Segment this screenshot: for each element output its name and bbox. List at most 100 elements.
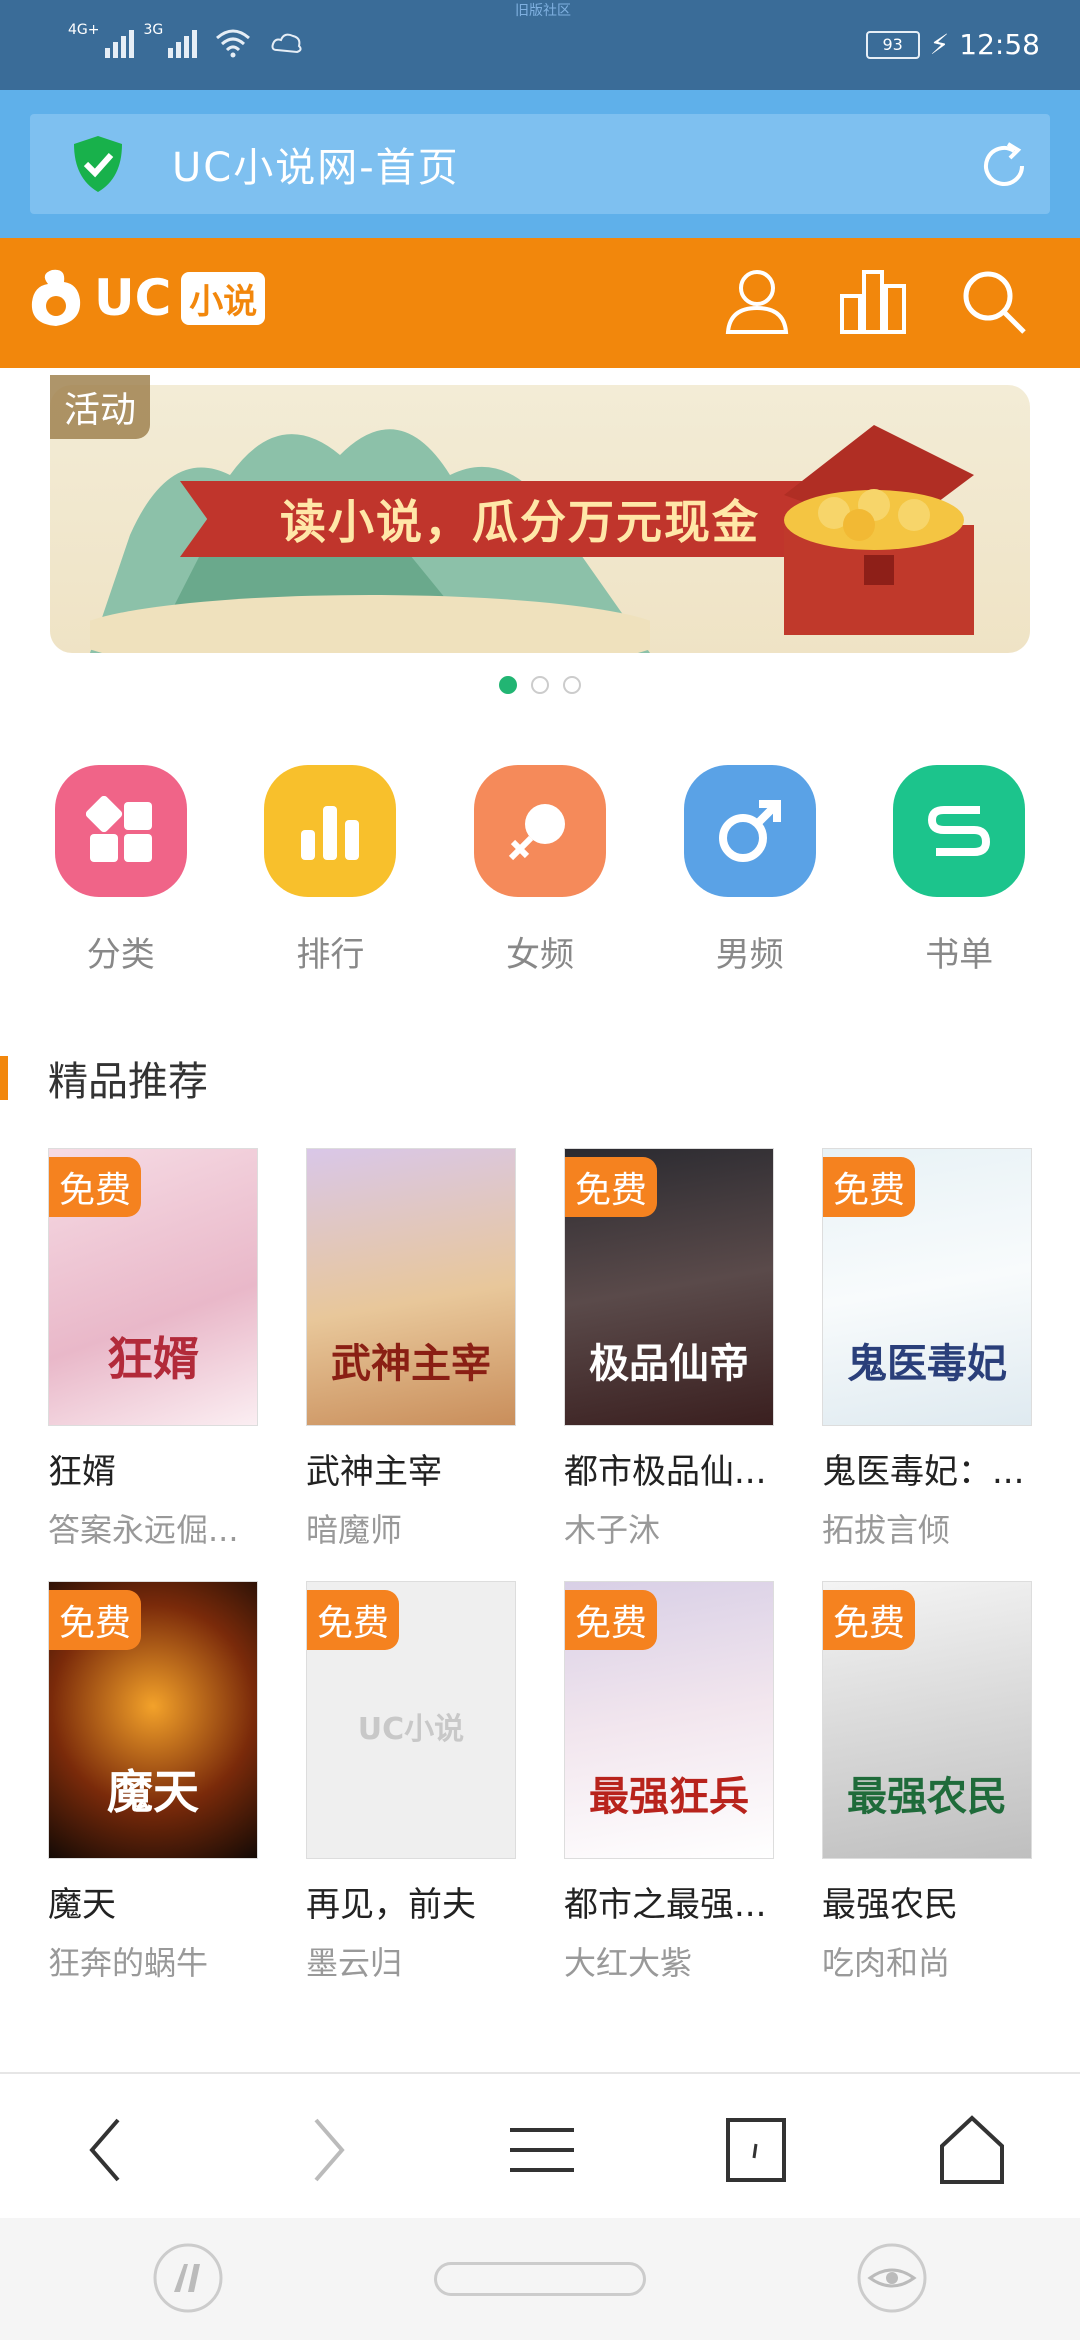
book-title: 魔天 <box>48 1885 116 1925</box>
uc-novel-logo[interactable]: UC 小说 <box>26 266 266 330</box>
signal-indicators: 4G+ 3G <box>68 22 305 58</box>
status-right: 93 ⚡ 12:58 <box>865 28 1040 61</box>
grid-icon <box>54 765 187 897</box>
promo-banner[interactable]: 读小说，瓜分万元现金 <box>50 385 1030 653</box>
section-accent-bar <box>0 1056 8 1100</box>
free-badge: 免费 <box>823 1590 916 1650</box>
pagination-dot[interactable] <box>563 676 581 694</box>
cover-title: 鬼医毒妃 <box>847 1341 1007 1387</box>
section-title: 精品推荐 <box>48 1059 208 1105</box>
book-author: 墨云归 <box>306 1944 403 1982</box>
book-author: 大红大紫 <box>564 1944 693 1982</box>
cover-title: 魔天 <box>107 1765 199 1819</box>
book-cover: 免费 狂婿 <box>48 1148 258 1426</box>
page-title: UC小说网-首页 <box>172 145 460 191</box>
cover-title: 武神主宰 <box>331 1341 491 1387</box>
category-label: 书单 <box>925 935 994 975</box>
logo-tag: 小说 <box>181 271 266 325</box>
menu-icon[interactable] <box>502 2110 582 2190</box>
book-card[interactable]: 免费 鬼医毒妃 鬼医毒妃：... 拓拔言倾 <box>822 1148 1032 1551</box>
book-card[interactable]: 免费 UC小说 再见，前夫 墨云归 <box>306 1581 516 1984</box>
book-card[interactable]: 免费 最强农民 最强农民 吃肉和尚 <box>822 1581 1032 1984</box>
status-bar: 旧版社区 4G+ 3G 93 ⚡ 12:58 <box>0 0 1080 90</box>
pagination-dot[interactable] <box>531 676 549 694</box>
tabs-icon[interactable] <box>716 2110 796 2190</box>
free-badge: 免费 <box>49 1590 142 1650</box>
free-badge: 免费 <box>565 1157 658 1217</box>
home-icon[interactable] <box>932 2110 1012 2190</box>
category-booklist[interactable]: 书单 <box>879 765 1039 976</box>
signal-strength-icon: 4G+ <box>68 22 134 58</box>
book-cover: 免费 极品仙帝 <box>564 1148 774 1426</box>
book-title: 武神主宰 <box>306 1452 442 1492</box>
forward-icon[interactable] <box>286 2110 366 2190</box>
charging-icon: ⚡ <box>929 28 950 61</box>
book-cover: 免费 鬼医毒妃 <box>822 1148 1032 1426</box>
signal-strength-icon: 3G <box>144 22 198 58</box>
address-bar[interactable]: UC小说网-首页 <box>30 114 1050 214</box>
app-header: UC 小说 <box>0 238 1080 368</box>
security-shield-icon <box>74 136 122 192</box>
book-card[interactable]: 免费 最强狂兵 都市之最强... 大红大紫 <box>564 1581 774 1984</box>
category-male[interactable]: 男频 <box>670 765 830 976</box>
free-badge: 免费 <box>823 1157 916 1217</box>
bookshelf-icon[interactable] <box>838 266 908 336</box>
book-cover: 武神主宰 <box>306 1148 516 1426</box>
book-card[interactable]: 武神主宰 武神主宰 暗魔师 <box>306 1148 516 1551</box>
book-grid: 免费 狂婿 狂婿 答案永远倔... 武神主宰 武神主宰 暗魔师 免费 极品仙帝 … <box>48 1148 1048 1984</box>
book-author: 答案永远倔... <box>48 1511 239 1549</box>
cover-title: 最强农民 <box>847 1774 1007 1820</box>
booklist-icon <box>893 765 1026 897</box>
category-female[interactable]: 女频 <box>460 765 620 976</box>
bar-chart-icon <box>264 765 397 897</box>
cover-title: 最强狂兵 <box>589 1774 749 1820</box>
refresh-icon[interactable] <box>978 140 1030 192</box>
home-gesture-pill[interactable] <box>434 2262 646 2296</box>
book-title: 都市极品仙... <box>564 1452 767 1492</box>
category-label: 排行 <box>296 935 365 975</box>
banner-ribbon: 读小说，瓜分万元现金 <box>180 481 860 557</box>
browser-address-area: UC小说网-首页 <box>0 90 1080 238</box>
book-title: 鬼医毒妃：... <box>822 1452 1025 1492</box>
banner-headline: 读小说，瓜分万元现金 <box>280 495 760 549</box>
user-icon[interactable] <box>722 266 792 336</box>
battery-indicator: 93 <box>865 30 920 59</box>
category-classify[interactable]: 分类 <box>41 765 201 976</box>
section-header: 精品推荐 <box>0 1048 208 1108</box>
wifi-icon <box>216 29 251 58</box>
app-assistant-icon[interactable] <box>152 2242 224 2314</box>
category-label: 男频 <box>715 935 784 975</box>
book-title: 都市之最强... <box>564 1885 767 1925</box>
category-label: 女频 <box>505 935 574 975</box>
pagination-dot[interactable] <box>499 676 517 694</box>
system-nav-bar <box>0 2218 1080 2340</box>
book-title: 狂婿 <box>48 1452 116 1492</box>
book-author: 木子沐 <box>564 1511 661 1549</box>
logo-text: UC <box>94 269 172 327</box>
squirrel-logo-icon <box>31 269 81 326</box>
category-ranking[interactable]: 排行 <box>250 765 410 976</box>
activity-badge: 活动 <box>50 375 151 439</box>
book-author: 拓拔言倾 <box>822 1511 951 1549</box>
female-symbol-icon <box>473 765 606 897</box>
category-label: 分类 <box>86 935 155 975</box>
weather-icon <box>271 33 302 54</box>
search-icon[interactable] <box>958 266 1028 336</box>
book-cover: 免费 最强狂兵 <box>564 1581 774 1859</box>
book-cover: 免费 最强农民 <box>822 1581 1032 1859</box>
eye-icon[interactable] <box>856 2242 928 2314</box>
treasure-chest-icon <box>784 425 974 635</box>
book-card[interactable]: 免费 极品仙帝 都市极品仙... 木子沐 <box>564 1148 774 1551</box>
book-card[interactable]: 免费 魔天 魔天 狂奔的蜗牛 <box>48 1581 258 1984</box>
placeholder-logo: UC小说 <box>357 1712 465 1747</box>
book-title: 再见，前夫 <box>306 1885 476 1925</box>
carrier-text: 旧版社区 <box>515 3 571 19</box>
free-badge: 免费 <box>49 1157 142 1217</box>
free-badge: 免费 <box>307 1590 400 1650</box>
back-icon[interactable] <box>68 2110 148 2190</box>
clock: 12:58 <box>959 28 1040 61</box>
book-author: 暗魔师 <box>306 1511 403 1549</box>
book-card[interactable]: 免费 狂婿 狂婿 答案永远倔... <box>48 1148 258 1551</box>
book-author: 狂奔的蜗牛 <box>48 1944 209 1982</box>
book-cover-placeholder: 免费 UC小说 <box>306 1581 516 1859</box>
